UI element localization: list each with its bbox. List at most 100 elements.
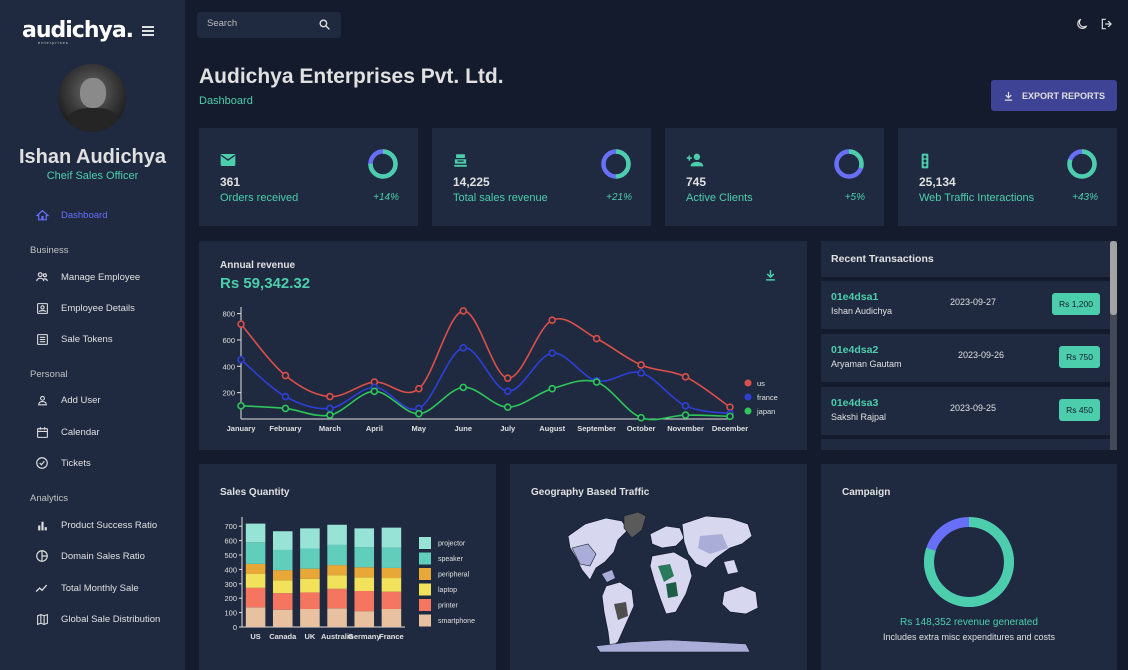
bar-segment-laptop[interactable] [300,578,320,593]
bar-segment-printer[interactable] [381,591,402,609]
bar-segment-smartphone[interactable] [300,609,320,627]
dark-mode-icon[interactable] [1075,17,1089,31]
recent-transactions: Recent Transactions 01e4dsa1 Ishan Audic… [821,241,1117,450]
bar-segment-peripheral[interactable] [354,567,375,578]
transaction-row[interactable] [821,439,1110,450]
sidebar-item-calendar[interactable]: Calendar [35,424,100,440]
data-point-us[interactable] [503,374,512,382]
bar-segment-smartphone[interactable] [354,611,375,627]
bar-segment-speaker[interactable] [354,547,375,568]
data-point-france[interactable] [681,402,690,410]
bar-segment-projector[interactable] [327,524,347,545]
bar-segment-peripheral[interactable] [327,565,347,576]
sidebar-item-dashboard[interactable]: Dashboard [35,207,107,223]
legend-swatch-peripheral [419,568,431,580]
bar-segment-speaker[interactable] [381,547,402,568]
data-point-us[interactable] [415,384,423,393]
data-point-france[interactable] [503,387,512,396]
data-point-japan[interactable] [281,404,290,413]
bar-segment-smartphone[interactable] [381,609,402,627]
bar-segment-peripheral[interactable] [381,567,402,579]
greenland-shape [623,511,647,539]
data-point-japan[interactable] [326,411,334,419]
bar-segment-laptop[interactable] [327,575,347,589]
x-tick-label: May [412,424,427,433]
data-point-japan[interactable] [415,409,423,418]
sidebar-item-global-sale-distribution[interactable]: Global Sale Distribution [35,611,160,627]
bar-segment-peripheral[interactable] [272,570,293,581]
search-input[interactable] [207,18,307,29]
data-point-japan[interactable] [548,384,556,393]
sidebar-item-domain-sales-ratio[interactable]: Domain Sales Ratio [35,548,145,564]
bar-segment-projector[interactable] [381,527,402,548]
data-point-us[interactable] [637,361,645,369]
export-reports-button[interactable]: EXPORT REPORTS [991,80,1117,111]
data-point-france[interactable] [237,355,245,364]
bar-segment-smartphone[interactable] [272,609,293,627]
data-point-france[interactable] [548,349,556,357]
data-point-japan[interactable] [237,402,245,410]
bar-segment-projector[interactable] [354,528,375,548]
data-point-france[interactable] [326,404,334,413]
legend-swatch-printer [419,599,431,611]
sidebar-item-sale-tokens[interactable]: Sale Tokens [35,331,113,347]
transaction-row[interactable]: 01e4dsa1 Ishan Audichya 2023-09-27 Rs 1,… [821,281,1110,329]
stat-value: 25,134 [919,175,956,189]
bar-segment-peripheral[interactable] [300,568,320,579]
data-point-japan[interactable] [459,383,468,392]
data-point-japan[interactable] [726,412,734,421]
campaign-revenue: Rs 148,352 revenue generated [900,617,1038,628]
data-point-us[interactable] [281,371,290,380]
data-point-us[interactable] [237,320,245,328]
transactions-scrollbar[interactable] [1110,241,1117,450]
sidebar-item-add-user[interactable]: Add User [35,392,101,408]
data-point-japan[interactable] [370,387,379,396]
data-point-japan[interactable] [503,403,512,411]
bar-segment-projector[interactable] [245,523,266,543]
data-point-us[interactable] [726,403,734,411]
transaction-row[interactable]: 01e4dsa3 Sakshi Rajpal 2023-09-25 Rs 450 [821,387,1110,435]
section-business: Business [30,245,69,256]
data-point-france[interactable] [459,344,468,352]
menu-icon[interactable] [142,26,154,36]
bar-segment-laptop[interactable] [272,580,293,594]
logout-icon[interactable] [1100,17,1114,31]
data-point-us[interactable] [459,307,468,315]
bar-segment-smartphone[interactable] [327,608,347,627]
bar-segment-laptop[interactable] [245,574,266,588]
sidebar-item-manage-employee[interactable]: Manage Employee [35,269,140,285]
data-point-japan[interactable] [681,411,690,419]
data-point-france[interactable] [637,369,645,377]
bar-segment-speaker[interactable] [245,542,266,564]
bar-segment-smartphone[interactable] [245,607,266,627]
bar-segment-speaker[interactable] [300,548,320,569]
bar-segment-printer[interactable] [354,591,375,612]
bar-segment-projector[interactable] [300,528,320,549]
bar-segment-peripheral[interactable] [245,563,266,575]
bar-segment-speaker[interactable] [327,544,347,566]
bar-segment-projector[interactable] [272,531,293,550]
data-point-us[interactable] [548,316,556,324]
bar-segment-printer[interactable] [300,592,320,609]
legend-label: us [757,379,765,388]
search-icon[interactable] [318,18,331,36]
bar-segment-laptop[interactable] [354,577,375,591]
scrollbar-thumb[interactable] [1110,241,1117,315]
sidebar-item-tickets[interactable]: Tickets [35,455,91,471]
data-point-us[interactable] [681,373,690,381]
x-tick-label: June [455,424,473,433]
bar-segment-laptop[interactable] [381,578,402,592]
data-point-japan[interactable] [592,378,601,386]
data-point-us[interactable] [592,334,601,343]
data-point-france[interactable] [281,392,290,401]
bar-segment-printer[interactable] [272,593,293,610]
sidebar-item-employee-details[interactable]: Employee Details [35,300,135,316]
sidebar-item-product-success-ratio[interactable]: Product Success Ratio [35,517,157,533]
bar-segment-printer[interactable] [245,587,266,608]
bar-segment-printer[interactable] [327,588,347,609]
data-point-us[interactable] [326,392,334,401]
sidebar-item-total-monthly-sale[interactable]: Total Monthly Sale [35,580,139,596]
data-point-japan[interactable] [637,413,645,422]
transaction-row[interactable]: 01e4dsa2 Aryaman Gautam 2023-09-26 Rs 75… [821,334,1110,382]
bar-segment-speaker[interactable] [272,549,293,571]
